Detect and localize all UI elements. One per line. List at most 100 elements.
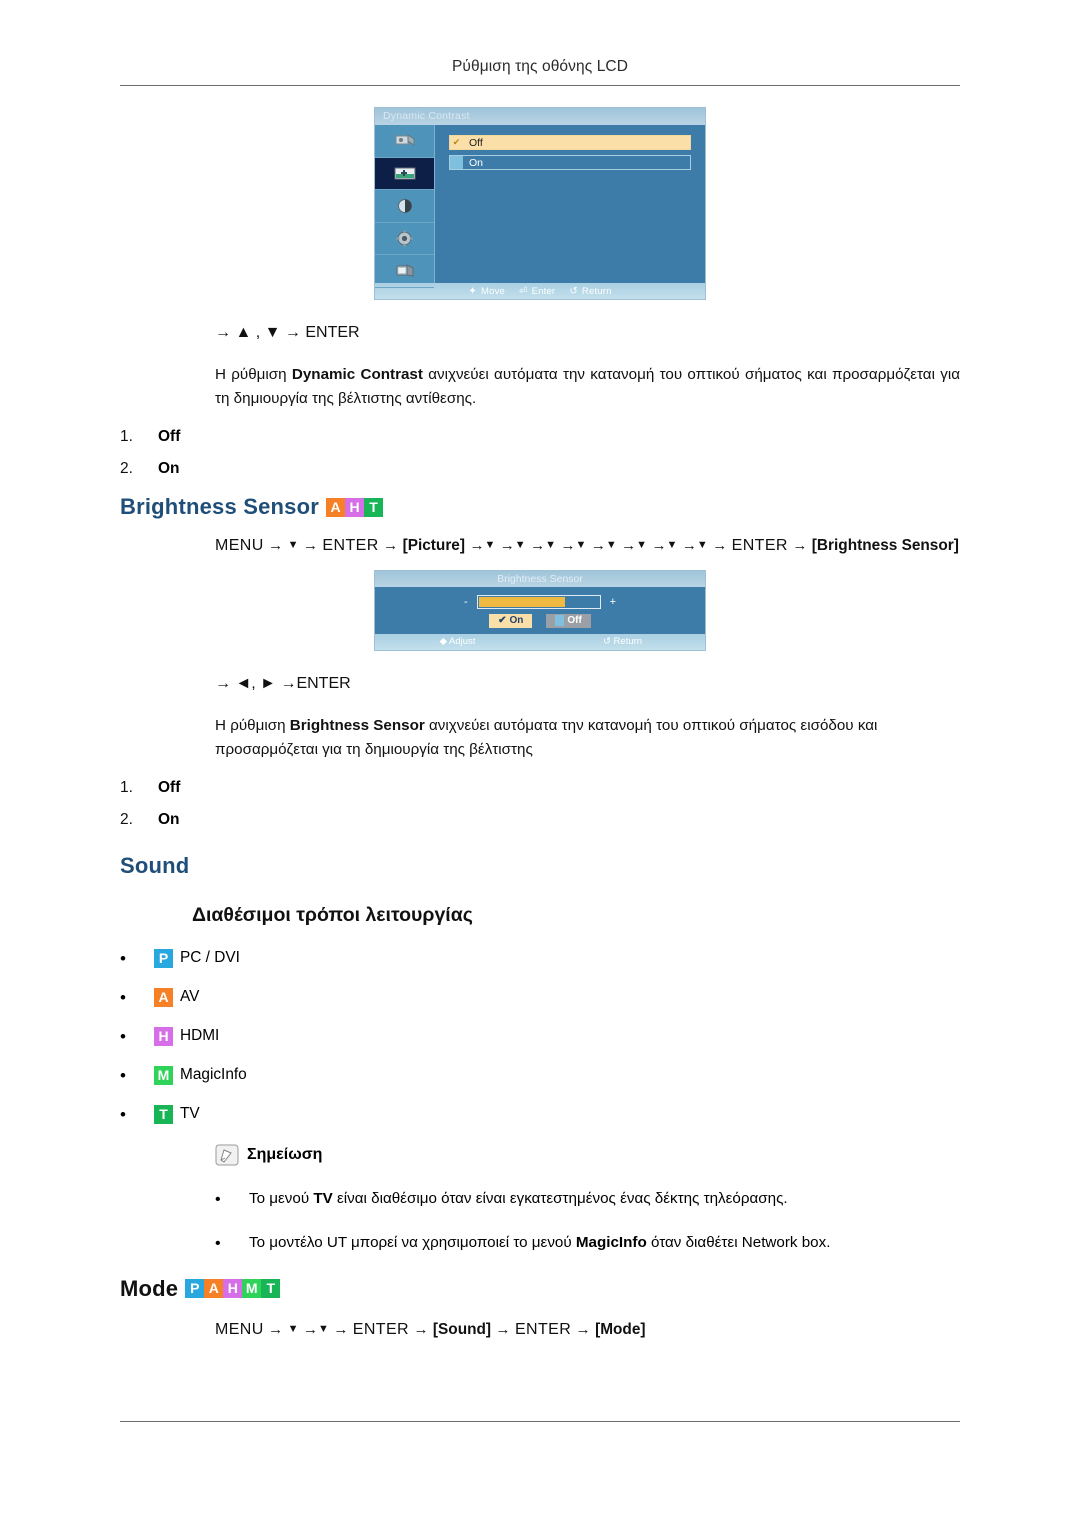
bullet-icon: • bbox=[120, 1065, 126, 1085]
list-item: 1. Off bbox=[120, 779, 960, 797]
note-item: • Το μοντέλο UT μπορεί να χρησιμοποιεί τ… bbox=[215, 1232, 975, 1256]
list-item: 2. On bbox=[120, 460, 960, 478]
page-title-sound: Sound bbox=[120, 852, 190, 878]
list-notes: • Το μενού TV είναι διαθέσιμο όταν είναι… bbox=[215, 1188, 975, 1256]
badge-av-icon: A bbox=[154, 987, 173, 1007]
osd-footer-hints: ◆ Adjust ↺ Return bbox=[375, 633, 705, 650]
osd-hint-label: Return bbox=[581, 285, 612, 297]
list-available-modes: • P PC / DVI • A AV • H HDMI • M MagicIn… bbox=[120, 948, 960, 1124]
osd-hint-return: ↺ Return bbox=[569, 286, 611, 297]
osd-hint-adjust: ◆ Adjust bbox=[375, 636, 540, 647]
note-icon bbox=[215, 1144, 239, 1166]
down-arrow-icon: ▼ bbox=[636, 539, 648, 552]
list-item-label: Off bbox=[158, 778, 181, 796]
brightness-slider[interactable] bbox=[476, 594, 601, 609]
bullet-icon: • bbox=[120, 1104, 126, 1124]
menu-keyword: ENTER bbox=[731, 537, 788, 555]
move-icon: ✦ bbox=[468, 285, 477, 297]
badge-row-mode: PAHMT bbox=[185, 1279, 281, 1299]
multi-control-icon bbox=[396, 263, 413, 277]
list-item-label: On bbox=[158, 810, 180, 828]
osd-hint-label: Enter bbox=[531, 285, 556, 297]
badge-hdmi-icon: H bbox=[345, 497, 365, 517]
mode-label: HDMI bbox=[180, 1027, 220, 1045]
osd-sidebar-item-input[interactable] bbox=[375, 125, 434, 158]
down-arrow-icon: ▼ bbox=[317, 1322, 329, 1335]
brightness-slider-fill bbox=[478, 596, 565, 607]
gear-icon bbox=[396, 230, 413, 247]
heading-brightness-sensor-row: Brightness Sensor AHT bbox=[120, 494, 960, 520]
note-label: Σημείωση bbox=[247, 1145, 323, 1163]
badge-pc-icon: P bbox=[185, 1279, 205, 1299]
osd-button-label: Off bbox=[567, 614, 582, 626]
down-arrow-icon: ▼ bbox=[287, 1322, 299, 1335]
list-item-number: 1. bbox=[120, 428, 133, 446]
osd-option-off[interactable]: ✔ Off bbox=[449, 135, 691, 150]
badge-tv-icon: T bbox=[154, 1104, 173, 1124]
list-item-magicinfo: • M MagicInfo bbox=[120, 1065, 960, 1085]
osd-option-label: On bbox=[469, 156, 484, 169]
plus-icon[interactable]: + bbox=[610, 596, 616, 608]
osd-title-text: Dynamic Contrast bbox=[383, 110, 470, 122]
note-item: • Το μενού TV είναι διαθέσιμο όταν είναι… bbox=[215, 1188, 975, 1212]
list-item: 1. Off bbox=[120, 428, 960, 446]
mode-label: AV bbox=[180, 988, 200, 1006]
paragraph-pre: Η ρύθμιση bbox=[215, 716, 290, 734]
badge-av-icon: A bbox=[326, 497, 346, 517]
contrast-icon bbox=[397, 198, 412, 213]
osd-option-label: Off bbox=[469, 136, 483, 149]
osd-brightness-sensor: Brightness Sensor - + ✔ On Off ◆ Adjust … bbox=[375, 570, 705, 650]
osd-button-off[interactable]: Off bbox=[546, 613, 591, 628]
osd-sidebar-item-contrast[interactable] bbox=[375, 190, 434, 223]
osd-check-icon: ✔ bbox=[452, 137, 461, 147]
nav-line-brightness-sensor: → ◄, ► →ENTER bbox=[215, 672, 960, 697]
swatch-icon bbox=[555, 615, 565, 627]
paragraph-brightness-sensor: Η ρύθμιση Brightness Sensor ανιχνεύει αυ… bbox=[215, 714, 965, 763]
list-dynamic-contrast-options: 1. Off 2. On bbox=[120, 428, 960, 478]
bullet-icon: • bbox=[215, 1234, 221, 1252]
list-item-av: • A AV bbox=[120, 987, 960, 1007]
picture-icon bbox=[394, 167, 415, 180]
list-item-tv: • T TV bbox=[120, 1104, 960, 1124]
menu-keyword: ENTER bbox=[514, 1320, 572, 1338]
note-bold: TV bbox=[313, 1189, 333, 1207]
osd-button-on[interactable]: ✔ On bbox=[489, 613, 533, 628]
osd-sidebar bbox=[375, 125, 435, 288]
mode-label: MagicInfo bbox=[180, 1066, 247, 1084]
osd-blank-icon bbox=[450, 156, 463, 169]
nav-line-text: → ◄, ► →ENTER bbox=[215, 674, 351, 692]
bullet-icon: • bbox=[215, 1190, 221, 1208]
osd-hint-label: Return bbox=[613, 636, 643, 648]
paragraph-bold-term: Dynamic Contrast bbox=[291, 365, 423, 383]
page-title-brightness-sensor: Brightness Sensor bbox=[120, 494, 320, 520]
subtitle-available-modes: Διαθέσιμοι τρόποι λειτουργίας bbox=[192, 903, 473, 926]
osd-title-bar: Brightness Sensor bbox=[375, 570, 705, 587]
list-item-number: 1. bbox=[120, 778, 133, 796]
note-heading: Σημείωση bbox=[215, 1144, 960, 1166]
osd-sidebar-item-picture[interactable] bbox=[375, 157, 434, 190]
osd-button-row: ✔ On Off bbox=[375, 613, 705, 628]
menu-keyword: MENU bbox=[215, 537, 264, 555]
note-pre: Το μενού bbox=[249, 1189, 314, 1207]
paragraph-bold-term: Brightness Sensor bbox=[289, 716, 425, 734]
minus-icon[interactable]: - bbox=[464, 596, 468, 608]
list-item-number: 2. bbox=[120, 460, 133, 478]
menu-bracket-sound: [Sound] bbox=[432, 1320, 492, 1338]
badge-tv-icon: T bbox=[364, 497, 384, 517]
badge-pc-icon: P bbox=[154, 948, 173, 968]
osd-slider-row: - + bbox=[375, 587, 705, 609]
list-item-label: On bbox=[158, 460, 180, 478]
osd-sidebar-item-multicontrol[interactable] bbox=[375, 255, 434, 288]
page-header: Ρύθμιση της οθόνης LCD bbox=[120, 0, 960, 76]
document-page: Ρύθμιση της οθόνης LCD Dynamic Contrast bbox=[0, 0, 1080, 1527]
osd-sidebar-item-setup[interactable] bbox=[375, 223, 434, 255]
list-item-pc-dvi: • P PC / DVI bbox=[120, 948, 960, 968]
badge-tv-icon: T bbox=[261, 1279, 281, 1299]
bullet-icon: • bbox=[120, 1026, 126, 1046]
osd-hint-return: ↺ Return bbox=[540, 636, 705, 647]
page-title-mode: Mode bbox=[120, 1275, 179, 1301]
list-item: 2. On bbox=[120, 811, 960, 829]
bullet-icon: • bbox=[120, 948, 126, 968]
osd-option-on[interactable]: On bbox=[449, 155, 691, 170]
down-arrow-icon: ▼ bbox=[484, 539, 496, 552]
